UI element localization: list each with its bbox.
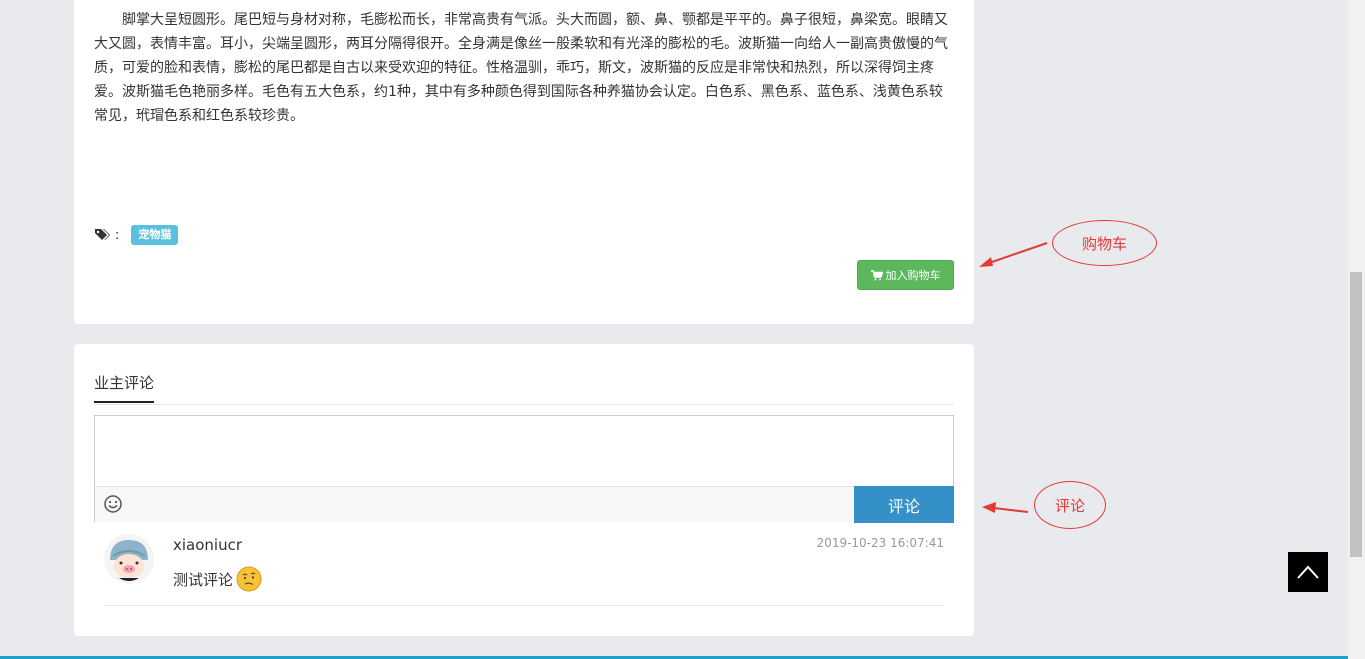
smiley-icon[interactable]: [103, 494, 123, 514]
comment-text: 测试评论: [173, 570, 234, 589]
tab-owner-comments[interactable]: 业主评论: [94, 372, 154, 403]
comment-item: xiaoniucr 2019-10-23 16:07:41 测试评论: [104, 530, 944, 606]
scrollbar-thumb[interactable]: [1350, 272, 1362, 557]
comments-tab-bar: 业主评论: [94, 372, 954, 405]
chevron-up-icon: [1297, 565, 1319, 579]
annotation-cart-label: 购物车: [1052, 220, 1157, 266]
shopping-cart-icon: [870, 269, 883, 280]
tags-colon: :: [115, 227, 120, 243]
annotation-arrow-cart: [979, 242, 1048, 267]
page-scrollbar[interactable]: [1348, 0, 1365, 659]
comment-timestamp: 2019-10-23 16:07:41: [816, 536, 944, 550]
tag-badge[interactable]: 宠物猫: [131, 225, 179, 245]
comment-toolbar: 评论: [95, 486, 954, 523]
submit-comment-button[interactable]: 评论: [854, 486, 954, 523]
add-to-cart-label: 加入购物车: [885, 269, 941, 282]
annotation-comment-label: 评论: [1034, 481, 1106, 529]
comments-card: 业主评论 评论 xiaoniucr 2019-10-23 16:07:41 测试…: [74, 344, 974, 636]
comment-username[interactable]: xiaoniucr: [173, 536, 242, 554]
comment-editor: 评论: [94, 415, 954, 523]
avatar[interactable]: [104, 534, 154, 584]
comment-body: 测试评论: [173, 566, 262, 592]
comment-input[interactable]: [96, 417, 952, 485]
product-detail-card: 脚掌大呈短圆形。尾巴短与身材对称，毛膨松而长，非常高贵有气派。头大而圆，额、鼻、…: [74, 0, 974, 324]
tags-icon: [94, 228, 112, 242]
back-to-top-button[interactable]: [1288, 552, 1328, 592]
annotation-arrow-comment: [982, 502, 1029, 513]
tags-row: : 宠物猫: [94, 224, 179, 246]
add-to-cart-button[interactable]: 加入购物车: [857, 260, 954, 290]
thinking-face-emoji: [236, 566, 262, 592]
product-description: 脚掌大呈短圆形。尾巴短与身材对称，毛膨松而长，非常高贵有气派。头大而圆，额、鼻、…: [94, 12, 948, 124]
page: 脚掌大呈短圆形。尾巴短与身材对称，毛膨松而长，非常高贵有气派。头大而圆，额、鼻、…: [0, 0, 1365, 659]
